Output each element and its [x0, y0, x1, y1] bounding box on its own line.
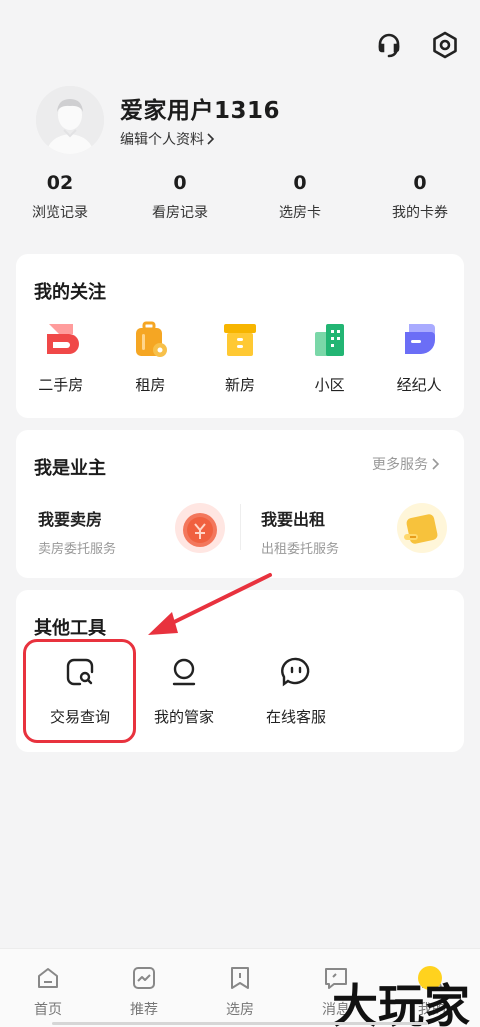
follow-item-agent[interactable]: 经纪人: [374, 320, 464, 395]
tool-label: 在线客服: [265, 708, 326, 726]
profile-section[interactable]: 爱家用户1316 编辑个人资料: [36, 86, 280, 154]
owner-title: 我是业主: [34, 458, 106, 479]
recommend-icon: [133, 967, 155, 989]
rent-icon: [136, 321, 168, 357]
follow-item-new-house[interactable]: 新房: [195, 320, 285, 395]
tool-online-service[interactable]: 在线客服: [244, 656, 348, 727]
sell-house-entry[interactable]: 我要卖房 卖房委托服务: [38, 506, 116, 557]
user-name: 爱家用户1316: [120, 98, 281, 124]
stat-value: 0: [413, 172, 427, 194]
home-icon: [38, 968, 58, 988]
stats-row: 02 浏览记录 0 看房记录 0 选房卡 0 我的卡券: [0, 172, 480, 222]
more-services-label: 更多服务: [372, 457, 428, 473]
butler-icon: [172, 658, 196, 686]
headset-icon[interactable]: [372, 28, 406, 62]
tab-select-house[interactable]: 选房: [192, 949, 288, 1027]
tool-label: 我的管家: [153, 708, 214, 726]
follow-item-label: 新房: [224, 376, 255, 394]
follow-item-label: 小区: [314, 376, 345, 394]
follow-item-label: 二手房: [38, 376, 84, 394]
stat-viewing-history[interactable]: 0 看房记录: [120, 172, 240, 222]
other-tools-title: 其他工具: [34, 618, 106, 639]
chevron-right-icon: [432, 458, 440, 470]
watermark-logo: 大玩家: [332, 966, 470, 1027]
chat-bubble-icon: [281, 657, 310, 687]
follow-item-second-hand[interactable]: 二手房: [16, 320, 106, 395]
tab-home[interactable]: 首页: [0, 949, 96, 1027]
stat-value: 02: [46, 172, 74, 194]
sell-house-title: 我要卖房: [38, 510, 103, 529]
stat-value: 0: [293, 172, 307, 194]
tab-label: 推荐: [130, 1002, 158, 1018]
stat-label: 选房卡: [279, 205, 321, 221]
stat-label: 看房记录: [152, 205, 208, 221]
follow-item-community[interactable]: 小区: [285, 320, 375, 395]
stat-value: 0: [173, 172, 187, 194]
follow-item-label: 经纪人: [396, 376, 442, 394]
avatar[interactable]: [36, 86, 104, 154]
tool-my-butler[interactable]: 我的管家: [132, 656, 236, 727]
sell-house-subtitle: 卖房委托服务: [38, 542, 117, 557]
chevron-right-icon: [207, 133, 215, 145]
settings-hexagon-icon[interactable]: [428, 28, 462, 62]
stat-browse-history[interactable]: 02 浏览记录: [0, 172, 120, 222]
highlight-box: [23, 639, 136, 743]
follow-item-rent[interactable]: 租房: [106, 320, 196, 395]
divider: [240, 504, 241, 550]
tab-label: 选房: [226, 1002, 254, 1018]
home-indicator: [52, 1022, 428, 1025]
stat-my-coupons[interactable]: 0 我的卡券: [360, 172, 480, 222]
bookmark-icon: [231, 967, 249, 989]
rent-box-icon: [397, 503, 447, 553]
watermark-text: 大玩家: [332, 979, 470, 1027]
stat-label: 我的卡券: [392, 205, 448, 221]
community-icon: [314, 324, 344, 356]
edit-profile-link[interactable]: 编辑个人资料: [120, 129, 280, 149]
my-follows-title: 我的关注: [34, 282, 106, 303]
rent-out-entry[interactable]: 我要出租 出租委托服务: [261, 506, 339, 557]
follow-item-label: 租房: [135, 376, 166, 394]
rent-out-title: 我要出租: [261, 510, 326, 529]
top-actions: [372, 28, 462, 62]
agent-icon: [405, 324, 436, 354]
my-follows-card: 我的关注 二手房 租房 新房 小区 经纪人: [16, 254, 464, 418]
second-hand-house-icon: [46, 324, 79, 354]
stat-house-card[interactable]: 0 选房卡: [240, 172, 360, 222]
edit-profile-label: 编辑个人资料: [120, 132, 204, 148]
more-services-link[interactable]: 更多服务: [372, 454, 442, 474]
new-house-icon: [223, 324, 256, 356]
stat-label: 浏览记录: [32, 205, 88, 221]
tab-recommend[interactable]: 推荐: [96, 949, 192, 1027]
tab-label: 首页: [34, 1002, 62, 1018]
owner-card: 我是业主 更多服务 我要卖房 卖房委托服务 我要出租 出租委托服务: [16, 430, 464, 578]
rent-out-subtitle: 出租委托服务: [261, 542, 340, 557]
sell-coin-icon: [175, 503, 225, 553]
